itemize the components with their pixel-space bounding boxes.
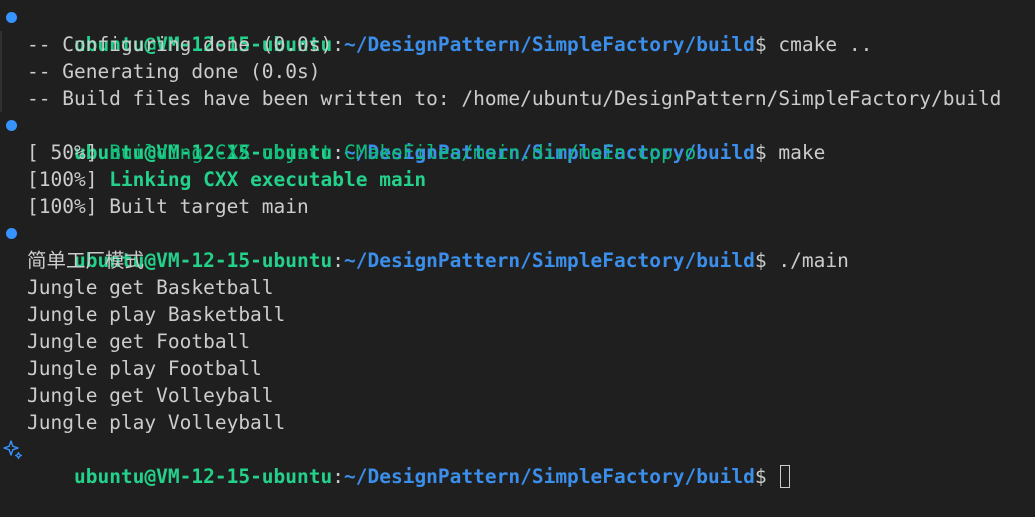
prompt-line: ubuntu@VM-12-15-ubuntu:~/DesignPattern/S…	[0, 112, 1035, 164]
output-line: -- Generating done (0.0s)	[0, 58, 1035, 85]
prompt-line: ubuntu@VM-12-15-ubuntu:~/DesignPattern/S…	[0, 4, 1035, 56]
output-line: Jungle play Basketball	[0, 301, 1035, 328]
command-gutter-bar	[0, 85, 2, 112]
command-status-dot-icon[interactable]	[6, 12, 17, 23]
output-text: -- Build files have been written to: /ho…	[27, 87, 1002, 110]
output-line: [ 50%] Building CXX object CMakeFiles/ma…	[0, 139, 1035, 166]
output-line: -- Build files have been written to: /ho…	[0, 85, 1035, 112]
output-line: Jungle play Football	[0, 355, 1035, 382]
output-line: Jungle get Football	[0, 328, 1035, 355]
prompt-path: ~/DesignPattern/SimpleFactory/build	[344, 465, 755, 488]
output-line: Jungle play Volleyball	[0, 409, 1035, 436]
output-text: Jungle get Volleyball	[27, 384, 274, 407]
progress-prefix: [100%]	[27, 195, 110, 218]
output-line: [100%] Linking CXX executable main	[0, 166, 1035, 193]
output-line: -- Configuring done (0.0s)	[0, 31, 1035, 58]
command-status-dot-icon[interactable]	[6, 228, 17, 239]
prompt-colon: :	[332, 465, 344, 488]
text-cursor	[780, 465, 791, 488]
output-text: Jungle play Volleyball	[27, 411, 286, 434]
output-line: Jungle get Basketball	[0, 274, 1035, 301]
active-prompt-line[interactable]: ubuntu@VM-12-15-ubuntu:~/DesignPattern/S…	[0, 436, 1035, 488]
sparkle-icon[interactable]	[2, 439, 24, 461]
output-text: Jungle get Basketball	[27, 276, 274, 299]
progress-prefix: [100%]	[27, 168, 110, 191]
output-text: 简单工厂模式	[27, 249, 145, 272]
current-input[interactable]	[767, 465, 779, 488]
output-line: Jungle get Volleyball	[0, 382, 1035, 409]
command-gutter-bar	[0, 58, 2, 85]
output-text: -- Generating done (0.0s)	[27, 60, 321, 83]
command-status-dot-icon[interactable]	[6, 120, 17, 131]
output-text: Linking CXX executable main	[109, 168, 427, 191]
output-line: 简单工厂模式	[0, 247, 1035, 274]
output-text: Building CXX object CMakeFiles/main.dir/…	[109, 141, 697, 164]
prompt-line: ubuntu@VM-12-15-ubuntu:~/DesignPattern/S…	[0, 220, 1035, 272]
prompt-user-host: ubuntu@VM-12-15-ubuntu	[73, 465, 333, 488]
output-text: -- Configuring done (0.0s)	[27, 33, 333, 56]
output-text: Jungle get Football	[27, 330, 251, 353]
output-text: Jungle play Football	[27, 357, 262, 380]
output-text: Built target main	[109, 195, 309, 218]
command-gutter-bar	[0, 31, 2, 58]
progress-prefix: [ 50%]	[27, 141, 110, 164]
output-text: Jungle play Basketball	[27, 303, 286, 326]
output-line: [100%] Built target main	[0, 193, 1035, 220]
terminal-panel[interactable]: ubuntu@VM-12-15-ubuntu:~/DesignPattern/S…	[0, 4, 1035, 488]
prompt-dollar: $	[754, 465, 767, 488]
